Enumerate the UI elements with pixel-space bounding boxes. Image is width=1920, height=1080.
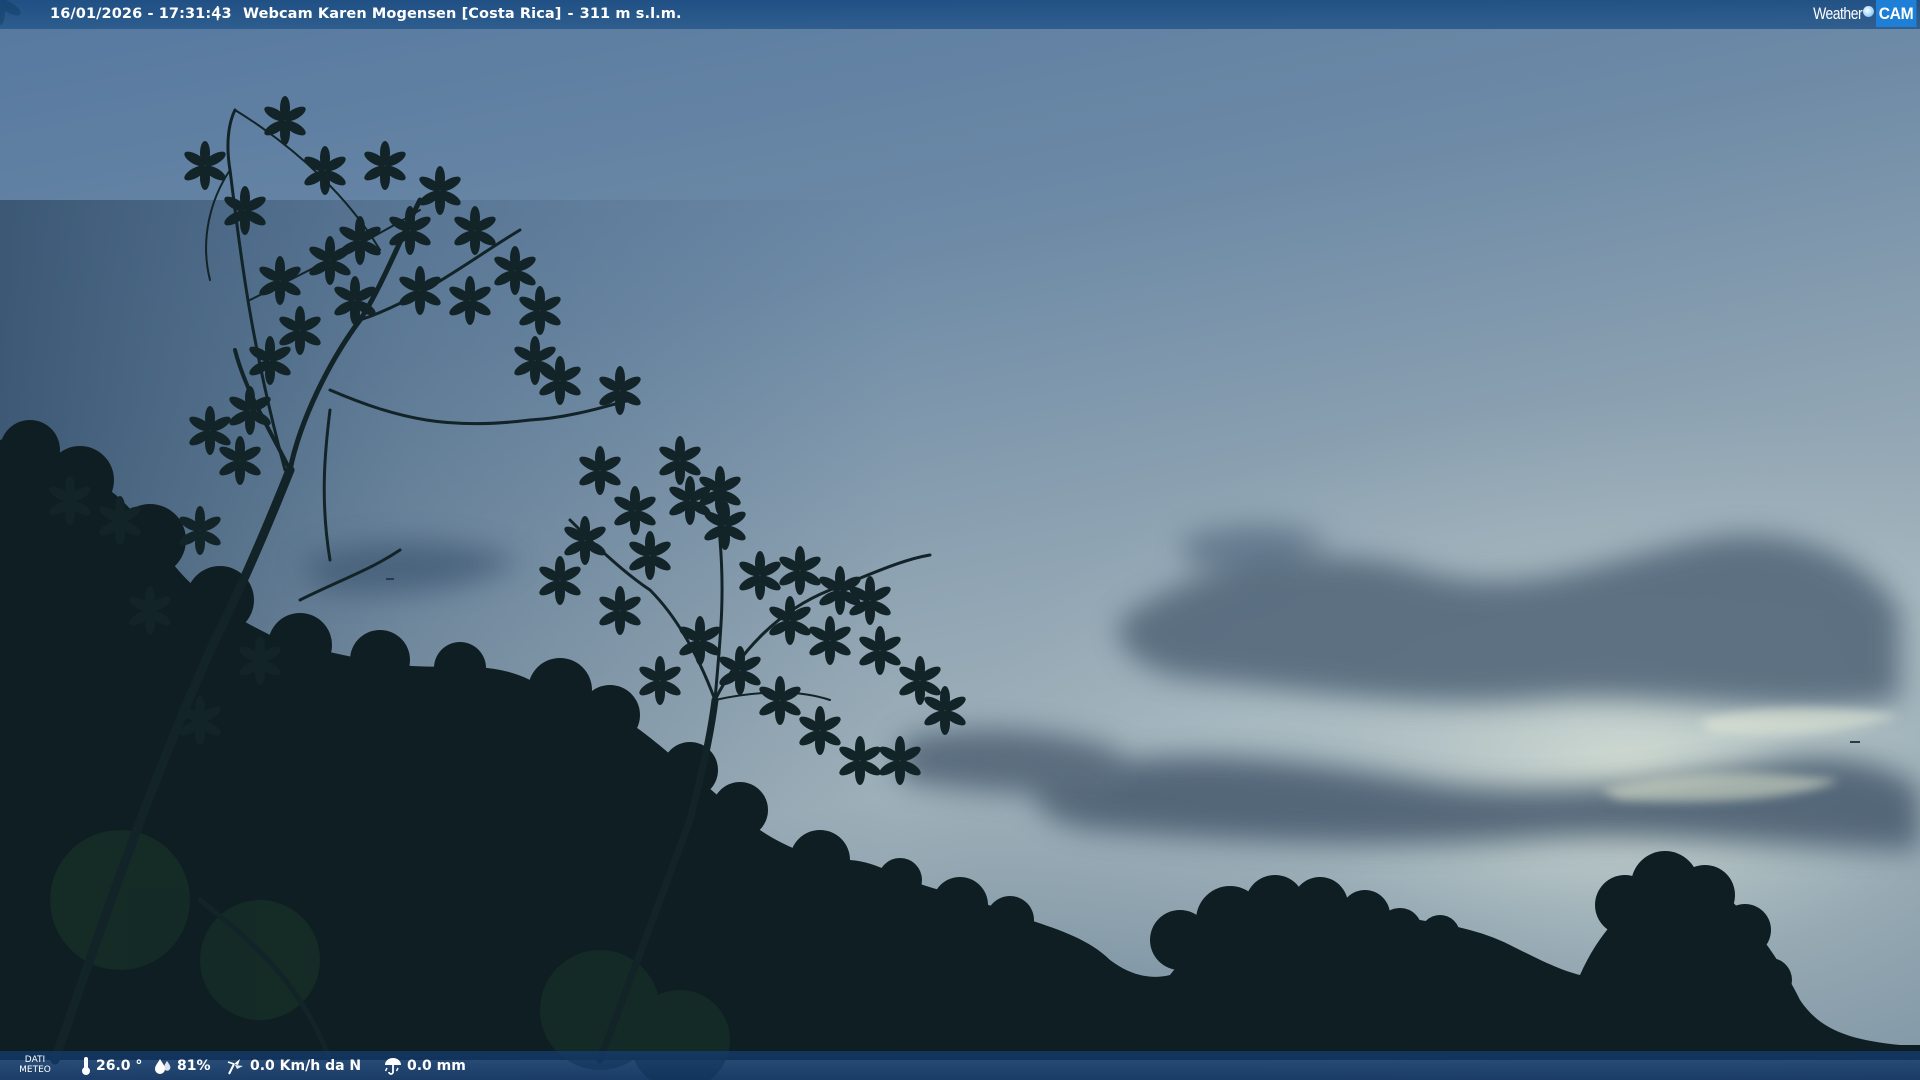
separator: | <box>215 5 221 21</box>
humidity-value: 81% <box>177 1058 211 1074</box>
rain-value: 0.0 mm <box>407 1058 466 1074</box>
camera-name: Webcam Karen Mogensen [Costa Rica] <box>243 6 562 22</box>
weather-data-label: DATI METEO <box>18 1055 52 1075</box>
thermometer-icon <box>82 1057 90 1075</box>
humidity-reading: 81% <box>153 1056 211 1076</box>
wind-reading: 0.0 Km/h da N <box>226 1056 361 1076</box>
camera-title: Webcam Karen Mogensen [Costa Rica] -311 m… <box>243 6 682 22</box>
wind-value: 0.0 Km/h da N <box>250 1058 362 1074</box>
weather-data-label-line2: METEO <box>19 1065 51 1075</box>
overlay-top-bar: 16/01/2026 - 17:31:43 | Webcam Karen Mog… <box>0 0 1920 29</box>
title-dash: - <box>567 6 574 22</box>
webcam-frame: 16/01/2026 - 17:31:43 | Webcam Karen Mog… <box>0 0 1920 1080</box>
overlay-weather-data-bar: DATI METEO 26.0 ° 81% 0.0 Km/h da N 0.0 … <box>0 1051 1920 1080</box>
rain-reading: 0.0 mm <box>383 1056 466 1076</box>
timestamp: 16/01/2026 - 17:31:43 <box>50 6 232 22</box>
webcam-scene-image <box>0 0 1920 1080</box>
rain-icon <box>384 1058 401 1075</box>
temperature-reading: 26.0 ° <box>80 1056 142 1076</box>
humidity-icon <box>155 1059 171 1074</box>
logo-cam-text: CAM <box>1876 0 1917 27</box>
wind-icon <box>227 1059 243 1075</box>
weathercam-logo: Weather CAM <box>1802 0 1920 27</box>
temperature-value: 26.0 ° <box>96 1058 143 1074</box>
logo-weather-text: Weather <box>1812 3 1862 23</box>
logo-lens-icon <box>1863 6 1875 17</box>
weather-data-label-line1: DATI <box>24 1055 46 1065</box>
camera-altitude: 311 m s.l.m. <box>579 6 682 22</box>
